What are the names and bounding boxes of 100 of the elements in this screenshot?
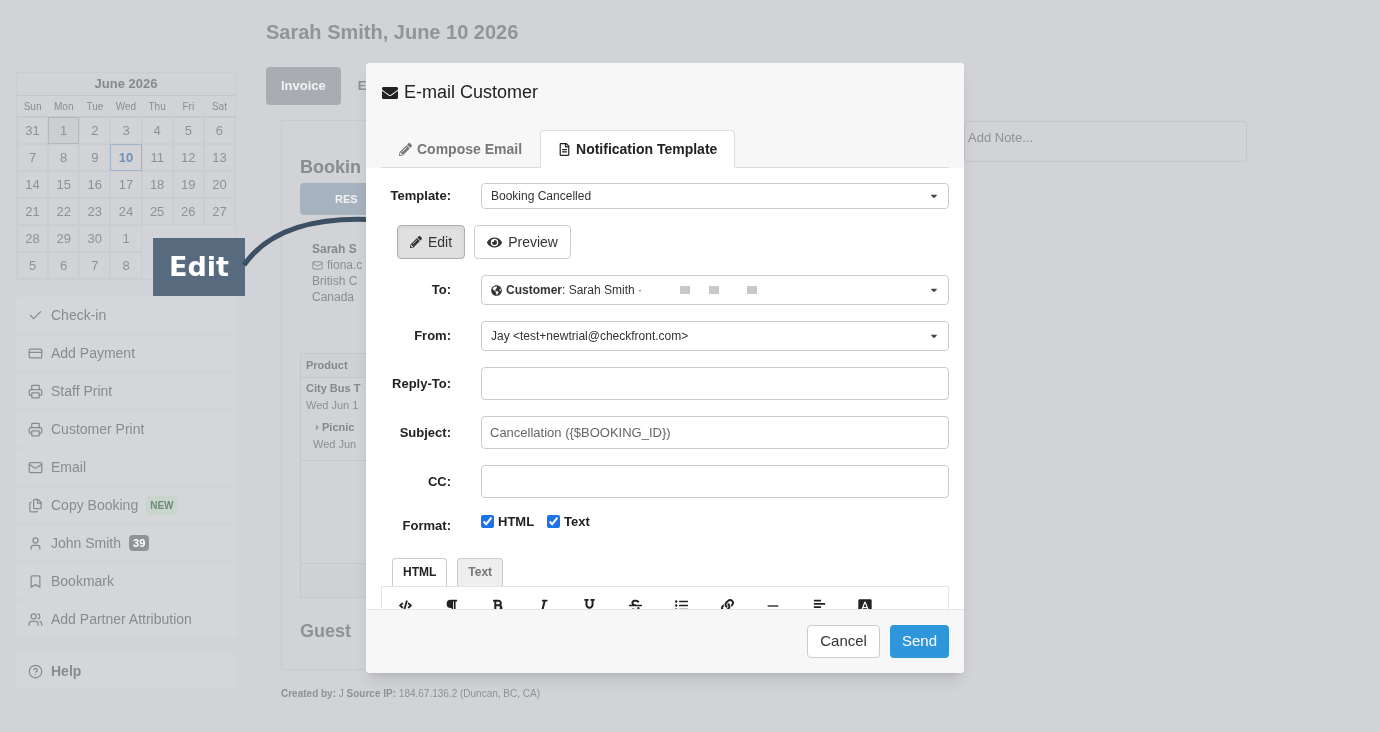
status-button[interactable]: RES <box>300 183 367 215</box>
action-label: Bookmark <box>51 571 115 591</box>
calendar-day[interactable]: 3 <box>110 117 142 144</box>
user-icon <box>28 535 43 551</box>
mail-icon <box>312 259 323 271</box>
text-field[interactable]: Cancellation ({$BOOKING_ID}) <box>481 416 949 449</box>
calendar-day[interactable]: 10 <box>110 144 142 171</box>
dialog-tab[interactable]: Notification Template <box>540 130 736 168</box>
calendar-day[interactable]: 1 <box>110 225 142 252</box>
calendar-day[interactable]: 21 <box>17 198 49 225</box>
calendar-day[interactable]: 7 <box>17 144 49 171</box>
bookmark-icon <box>28 573 43 589</box>
document-icon <box>558 142 572 156</box>
action-label: Customer Print <box>51 419 145 439</box>
code-icon[interactable] <box>397 597 413 609</box>
field-label: From: <box>413 327 451 346</box>
underline-icon[interactable] <box>581 597 597 609</box>
calendar-day[interactable]: 29 <box>48 225 80 252</box>
text-field[interactable] <box>481 367 949 400</box>
calendar-day[interactable]: 19 <box>172 171 204 198</box>
format-checkbox[interactable] <box>547 515 561 529</box>
calendar-day[interactable]: 27 <box>203 198 235 225</box>
calendar-day[interactable]: 6 <box>48 252 80 279</box>
pencil-icon <box>399 142 412 156</box>
edit-callout: Edit <box>153 238 245 296</box>
calendar-day[interactable]: 5 <box>172 117 204 144</box>
edit-button[interactable]: Edit <box>397 225 466 259</box>
calendar-day[interactable]: 5 <box>17 252 49 279</box>
help-icon <box>28 663 43 679</box>
files-icon <box>28 497 43 513</box>
link-icon[interactable] <box>719 597 735 609</box>
action-label: Add Partner Attribution <box>51 609 192 629</box>
page-tab[interactable]: Invoice <box>266 67 341 105</box>
calendar-day[interactable]: 18 <box>141 171 173 198</box>
field-label: Reply-To: <box>391 374 451 393</box>
checkbox-label: Text <box>564 513 590 531</box>
calendar-day[interactable]: 13 <box>203 144 235 171</box>
weekday-label: Sun <box>22 99 43 114</box>
text-field[interactable] <box>481 465 949 498</box>
select-field[interactable]: Booking Cancelled <box>481 183 949 209</box>
created-by-text: Created by: J Source IP: 184.67.136.2 (Duncan, BC, CA) <box>281 687 542 701</box>
calendar-day[interactable]: 6 <box>203 117 235 144</box>
calendar-day[interactable]: 12 <box>172 144 204 171</box>
calendar-day[interactable]: 28 <box>17 225 49 252</box>
field-label: Subject: <box>398 423 451 442</box>
cancel-button[interactable]: Cancel <box>807 625 880 658</box>
printer-icon <box>28 383 43 399</box>
recipient-select[interactable]: Customer: Sarah Smith · <box>481 275 949 305</box>
new-badge: NEW <box>146 495 178 515</box>
calendar-month: June 2026 <box>17 73 235 96</box>
product-name: Picnic <box>322 420 355 435</box>
weekday-label: Fri <box>181 99 196 114</box>
dialog-tab[interactable]: Compose Email <box>381 130 541 168</box>
action-label: Email <box>51 457 86 477</box>
select-value: Customer: Sarah Smith · <box>506 282 643 299</box>
send-button[interactable]: Send <box>889 625 949 658</box>
select-field[interactable]: Jay <test+newtrial@checkfront.com> <box>481 321 949 351</box>
calendar-day[interactable]: 15 <box>48 171 80 198</box>
calendar-day[interactable]: 16 <box>79 171 111 198</box>
calendar-day[interactable]: 8 <box>48 144 80 171</box>
customer-address: Canada <box>312 289 356 305</box>
action-label: Staff Print <box>51 381 113 401</box>
calendar-day[interactable]: 30 <box>79 225 111 252</box>
checkbox-label: HTML <box>498 513 535 531</box>
calendar-day[interactable]: 17 <box>110 171 142 198</box>
calendar-day[interactable]: 8 <box>110 252 142 279</box>
editor-tab[interactable]: HTML <box>392 557 448 586</box>
calendar-day[interactable]: 26 <box>172 198 204 225</box>
calendar-day[interactable]: 22 <box>48 198 80 225</box>
calendar-day[interactable]: 9 <box>79 144 111 171</box>
field-label: To: <box>430 281 451 300</box>
product-date: Wed Jun 1 <box>306 397 360 413</box>
action-label: Add Payment <box>51 343 136 363</box>
calendar-day[interactable]: 31 <box>17 117 49 144</box>
editor-tab[interactable]: Text <box>457 557 504 586</box>
weekday-label: Tue <box>85 99 105 114</box>
customer-email: fiona.c <box>327 257 363 273</box>
calendar-day[interactable]: 7 <box>79 252 111 279</box>
calendar-day[interactable]: 14 <box>17 171 49 198</box>
dialog-title: E-mail Customer <box>404 81 539 104</box>
font-color-icon[interactable] <box>857 597 873 609</box>
calendar-day[interactable]: 1 <box>48 117 80 144</box>
preview-button[interactable]: Preview <box>474 225 571 259</box>
format-checkbox[interactable] <box>481 515 494 529</box>
page-tab[interactable]: E <box>357 67 367 105</box>
calendar-day[interactable]: 4 <box>141 117 173 144</box>
calendar-day[interactable]: 20 <box>203 171 235 198</box>
mail-icon <box>28 459 43 475</box>
note-field[interactable]: Add Note... <box>964 121 1247 162</box>
weekday-label: Sat <box>210 99 228 114</box>
calendar-day[interactable]: 24 <box>110 198 142 225</box>
field-label: Format: <box>401 517 451 535</box>
calendar-day[interactable]: 11 <box>141 144 173 171</box>
envelope-icon <box>382 84 398 101</box>
action-label: Copy Booking <box>51 495 139 515</box>
calendar-day[interactable]: 2 <box>79 117 111 144</box>
calendar-day[interactable]: 25 <box>141 198 173 225</box>
action-label: Check-in <box>51 305 107 325</box>
printer-icon <box>28 421 43 437</box>
calendar-day[interactable]: 23 <box>79 198 111 225</box>
